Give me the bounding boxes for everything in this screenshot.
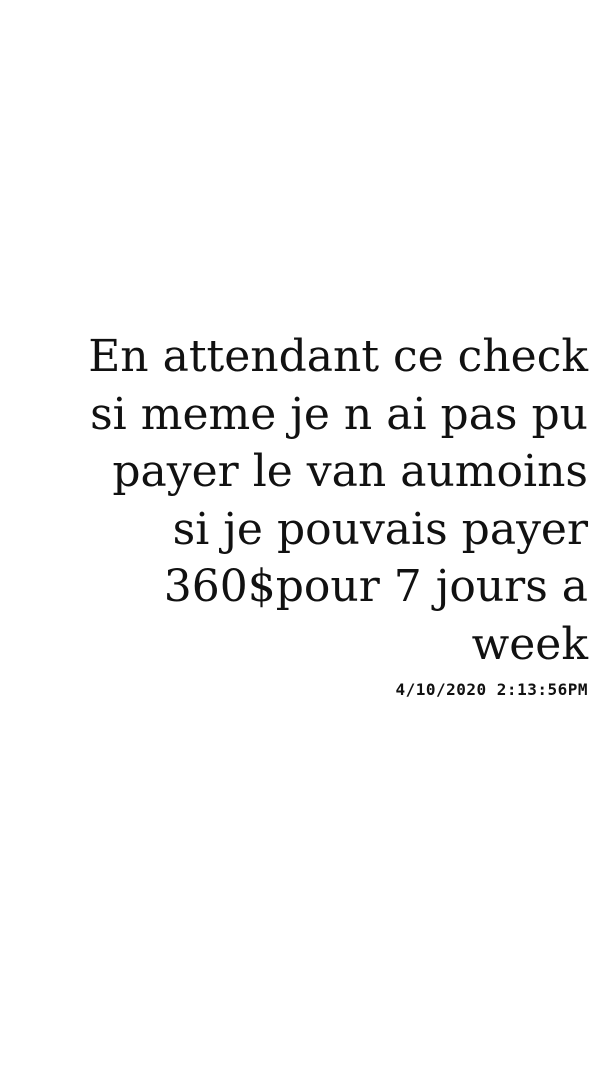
note-line: En attendant ce check [88, 331, 588, 382]
note-message: En attendant ce check si meme je n ai pa… [18, 328, 588, 673]
note-line: payer le van aumoins [112, 446, 588, 497]
note-line: si je pouvais payer [172, 503, 588, 555]
note-line: si meme je n ai pas pu [90, 388, 588, 440]
note-line: week [471, 618, 588, 670]
note-timestamp: 4/10/2020 2:13:56PM [395, 680, 588, 699]
note-card: En attendant ce check si meme je n ai pa… [18, 328, 588, 701]
note-line: 360$pour 7 jours a [163, 561, 588, 612]
